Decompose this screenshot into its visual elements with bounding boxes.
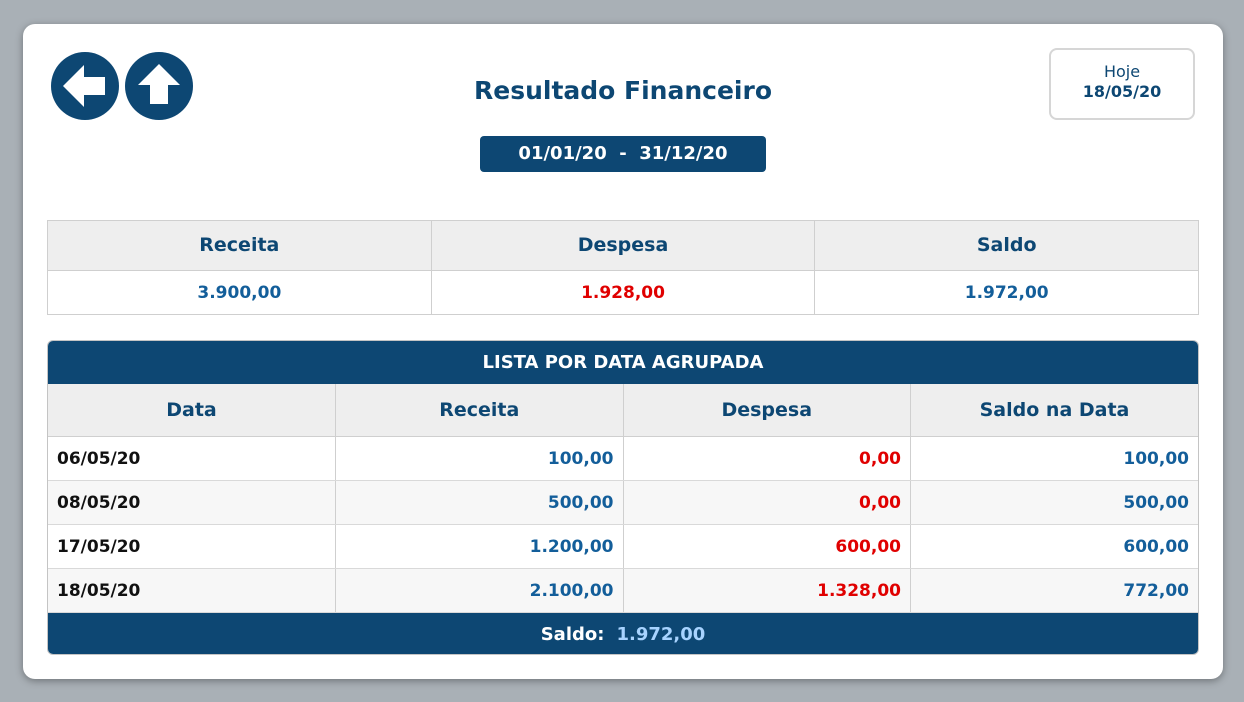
column-header-data: Data: [48, 384, 336, 437]
table-row[interactable]: 08/05/20 500,00 0,00 500,00: [48, 480, 1198, 525]
main-card: Resultado Financeiro 01/01/20 - 31/12/20…: [23, 24, 1223, 679]
row-despesa: 600,00: [622, 524, 911, 569]
row-receita: 100,00: [335, 436, 623, 481]
row-despesa: 1.328,00: [622, 568, 911, 613]
row-saldo: 600,00: [910, 524, 1198, 569]
row-saldo: 100,00: [910, 436, 1198, 481]
row-saldo: 772,00: [910, 568, 1198, 613]
summary-header-receita: Receita: [48, 221, 431, 271]
summary-value-saldo: 1.972,00: [814, 271, 1198, 315]
summary-value-receita: 3.900,00: [197, 283, 282, 303]
row-receita: 1.200,00: [335, 524, 623, 569]
table-row[interactable]: 18/05/20 2.100,00 1.328,00 772,00: [48, 568, 1198, 613]
list-table: Data Receita Despesa Saldo na Data 06/05…: [48, 384, 1198, 613]
grouped-list: LISTA POR DATA AGRUPADA Data Receita Des…: [47, 340, 1199, 655]
column-header-saldo: Saldo na Data: [910, 384, 1198, 437]
list-footer: Saldo: 1.972,00: [48, 613, 1198, 654]
summary-table: Receita Despesa Saldo 3.900,00 1.928,00 …: [47, 220, 1199, 315]
today-box: Hoje 18/05/20: [1049, 48, 1195, 120]
row-date: 18/05/20: [48, 568, 336, 613]
row-date: 17/05/20: [48, 524, 336, 569]
column-header-receita: Receita: [335, 384, 623, 437]
table-row[interactable]: 17/05/20 1.200,00 600,00 600,00: [48, 524, 1198, 569]
page-title: Resultado Financeiro: [473, 76, 772, 105]
list-caption: LISTA POR DATA AGRUPADA: [48, 341, 1198, 384]
summary-header-saldo: Saldo: [814, 221, 1199, 271]
summary-value-despesa: 1.928,00: [430, 271, 815, 315]
row-date: 06/05/20: [48, 436, 336, 481]
row-receita: 500,00: [335, 480, 623, 525]
row-despesa: 0,00: [622, 436, 911, 481]
table-row[interactable]: 06/05/20 100,00 0,00 100,00: [48, 436, 1198, 481]
today-date: 18/05/20: [1082, 82, 1162, 101]
row-date: 08/05/20: [48, 480, 336, 525]
column-header-despesa: Despesa: [622, 384, 911, 437]
row-receita: 2.100,00: [335, 568, 623, 613]
row-despesa: 0,00: [622, 480, 911, 525]
footer-saldo-label: Saldo:: [540, 624, 605, 645]
summary-header-despesa: Despesa: [430, 221, 815, 271]
today-label: Hoje: [1103, 62, 1141, 81]
footer-saldo-value: 1.972,00: [616, 624, 706, 645]
period-selector[interactable]: 01/01/20 - 31/12/20: [480, 136, 766, 172]
row-saldo: 500,00: [910, 480, 1198, 525]
